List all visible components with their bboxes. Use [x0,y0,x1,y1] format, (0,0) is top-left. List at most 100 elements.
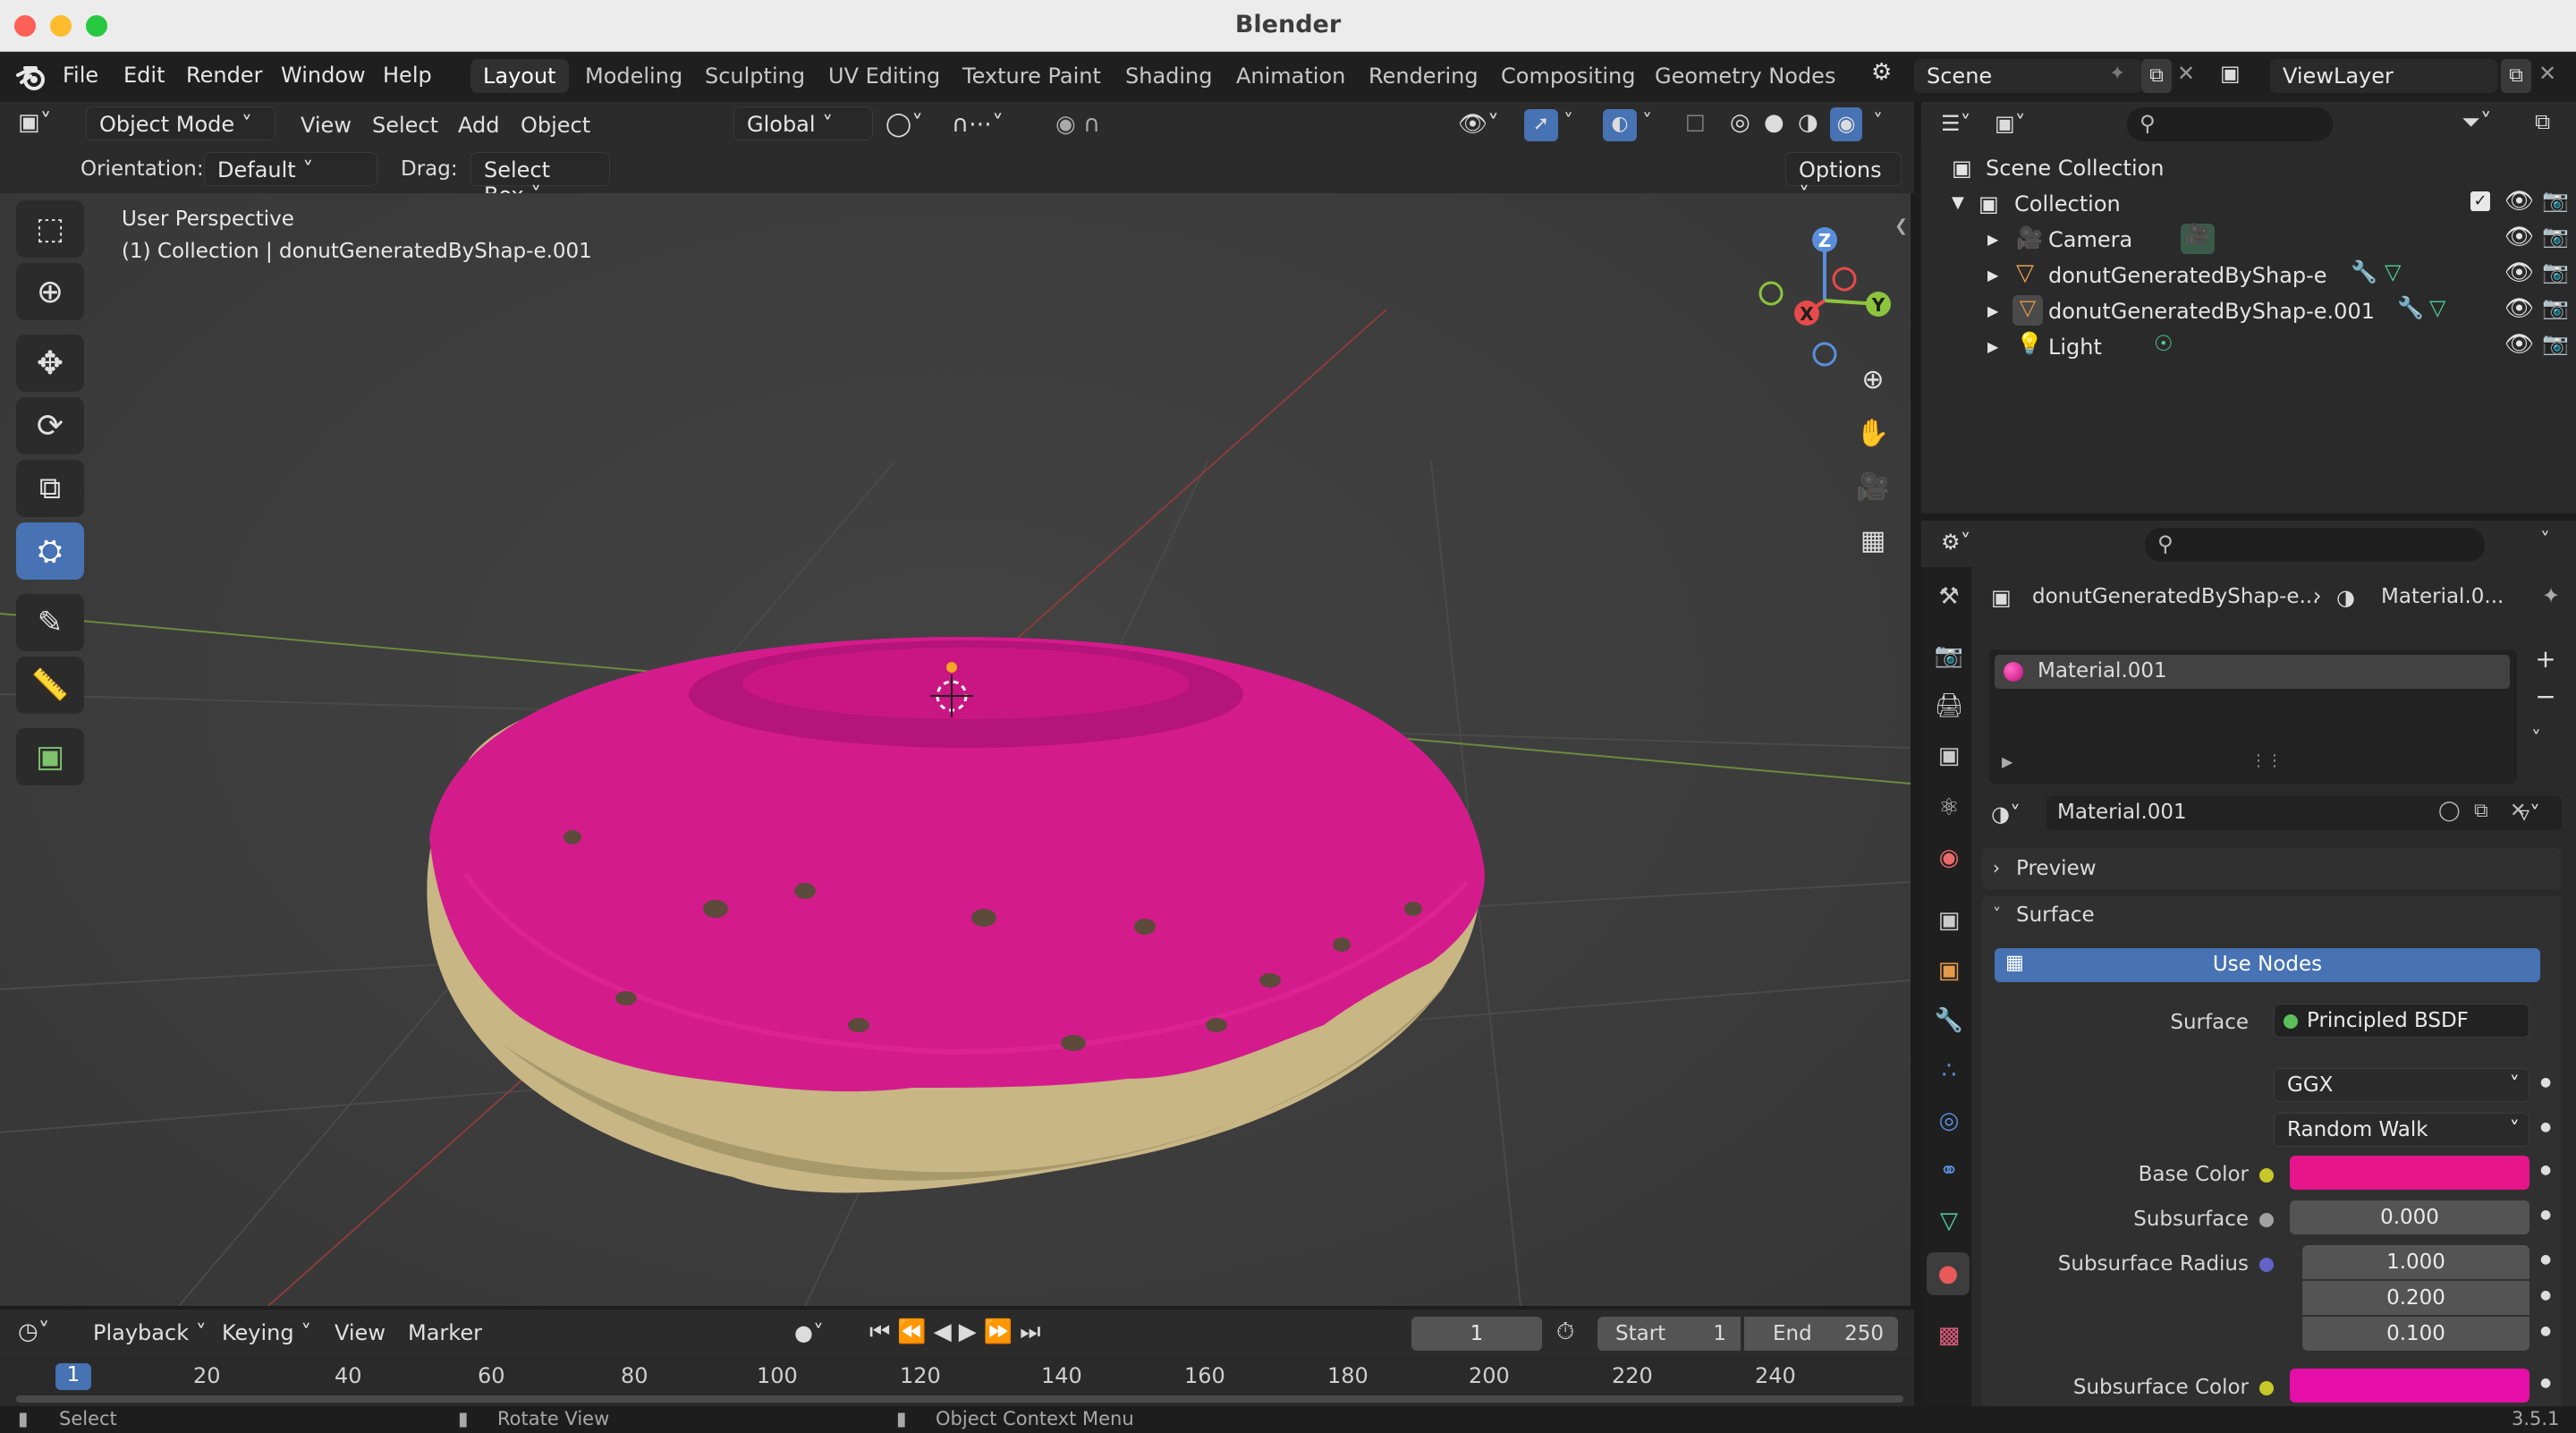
tab-layout[interactable]: Layout [470,59,569,93]
overlays-toggle-icon[interactable]: ◐ [1603,109,1637,141]
tab-sculpting[interactable]: Sculpting [692,59,818,93]
render-tab[interactable]: 📷 [1932,639,1966,673]
outliner-item-camera[interactable]: ▶ 🎥 Camera 🎥 👁 📷 [1939,222,2569,258]
perspective-toggle-button[interactable]: ▦ [1848,515,1898,565]
new-collection-icon[interactable]: ⧉ [2535,109,2550,134]
record-icon[interactable]: ●˅ [794,1320,824,1345]
render-camera-icon[interactable]: 📷 [2542,188,2569,213]
tab-compositing[interactable]: Compositing [1488,59,1648,93]
camera-data-icon[interactable]: 🎥 [2181,224,2215,254]
subsurface-radius-x-field[interactable]: 1.000 [2302,1245,2529,1279]
navigation-gizmo[interactable]: Z Y X [1744,211,1905,372]
proportional-editing-icon[interactable]: ◉ ∩ [1055,111,1100,138]
solid-shading-icon[interactable]: ● [1764,109,1784,136]
overlays-dropdown-icon[interactable]: ˅ [1642,111,1652,133]
duplicate-material-icon[interactable]: ⧉ [2474,800,2488,822]
viewport-menu-add[interactable]: Add [458,113,499,138]
pin-scene-icon[interactable]: ✦ [2109,63,2125,85]
use-nodes-button[interactable]: ▦ Use Nodes [1995,948,2540,982]
options-dropdown[interactable]: Options ˅ [1785,152,1902,208]
texture-tab[interactable]: ▩ [1932,1319,1966,1352]
end-frame-field[interactable]: End 250 [1744,1317,1898,1351]
eye-icon[interactable]: 👁 [2504,224,2534,250]
gizmo-toggle-icon[interactable]: ➚ [1524,109,1558,141]
measure-tool[interactable]: 📏 [16,657,84,714]
view-layer-icon[interactable]: ▣ [2220,61,2241,86]
output-tab[interactable]: 🖨 [1932,689,1966,723]
tab-shading[interactable]: Shading [1113,59,1225,93]
surface-shader-field[interactable]: Principled BSDF [2274,1004,2529,1038]
timeline-menu-view[interactable]: View [335,1320,386,1345]
start-frame-field[interactable]: Start 1 [1597,1317,1741,1351]
filter-icon[interactable]: ⏷˅ [2462,109,2492,137]
expand-arrow-icon[interactable]: ▶ [1987,231,1998,248]
timeline-editor-type-icon[interactable]: ◷˅ [18,1319,50,1345]
scene-browse-icon[interactable]: ⚙ [1871,59,1909,95]
menu-file[interactable]: File [63,63,98,88]
render-camera-icon[interactable]: 📷 [2542,259,2569,284]
tab-rendering[interactable]: Rendering [1356,59,1491,93]
transform-tool[interactable]: ⛭ [16,522,84,580]
pin-icon[interactable]: ✦ [2542,583,2560,608]
subsurface-radius-y-field[interactable]: 0.200 [2302,1281,2529,1315]
vector-socket-icon[interactable] [2259,1258,2274,1272]
current-frame-field[interactable]: 1 [1411,1317,1542,1351]
expand-arrow-icon[interactable]: ▶ [2002,753,2012,770]
menu-window[interactable]: Window [281,63,366,88]
animate-dot-icon[interactable]: ● [2540,1376,2551,1390]
animate-dot-icon[interactable]: ● [2540,1075,2551,1090]
world-tab[interactable]: ◉ [1932,841,1966,875]
viewport-menu-select[interactable]: Select [372,113,438,138]
tab-geometry-nodes[interactable]: Geometry Nodes [1642,59,1848,93]
rendered-shading-icon[interactable]: ◉ [1830,107,1862,141]
timeline-menu-playback[interactable]: Playback ˅ [93,1320,207,1345]
modifier-icon[interactable]: 🔧 [2397,295,2424,320]
playback-controls[interactable]: ⏮⏪◀▶⏩⏭ [869,1319,1048,1346]
panel-expanded-icon[interactable]: ˅ [1993,905,2001,924]
shading-dropdown-icon[interactable]: ˅ [1873,111,1883,133]
properties-options-icon[interactable]: ˅ [2540,530,2550,552]
data-tab[interactable]: ▽ [1932,1204,1966,1238]
3d-viewport[interactable]: User Perspective (1) Collection | donutG… [0,193,1911,1306]
pan-view-button[interactable]: ✋ [1848,408,1898,458]
expand-arrow-icon[interactable]: ▶ [1987,267,1998,284]
object-tab[interactable]: ▣ [1932,954,1966,988]
fake-user-icon[interactable]: ◯ [2438,800,2461,822]
drag-dropdown[interactable]: Select Box ˅ [470,152,610,208]
properties-search-input[interactable]: ⚲ [2145,528,2485,562]
add-slot-icon[interactable]: + [2526,644,2565,682]
subsurface-method-dropdown[interactable]: Random Walk ˅ [2274,1113,2529,1147]
expand-arrow-icon[interactable]: ▶ [1987,338,1998,355]
animate-dot-icon[interactable]: ● [2540,1163,2551,1177]
wireframe-shading-icon[interactable]: ◎ [1730,109,1750,136]
playhead[interactable]: 1 [55,1363,91,1390]
tab-modeling[interactable]: Modeling [572,59,695,93]
subsurface-field[interactable]: 0.000 [2290,1200,2529,1234]
add-cube-tool[interactable]: ▣ [16,728,84,785]
render-camera-icon[interactable]: 📷 [2542,295,2569,320]
collection-tab[interactable]: ▣ [1932,903,1966,937]
preview-panel-header[interactable]: › Preview [1982,848,2562,889]
outliner-item-light[interactable]: ▶ 💡 Light ☉ 👁 📷 [1939,329,2569,365]
modifiers-tab[interactable]: 🔧 [1932,1004,1966,1038]
exclude-checkbox[interactable]: ✓ [2470,191,2490,211]
physics-tab[interactable]: ◎ [1932,1104,1966,1138]
animate-dot-icon[interactable]: ● [2540,1288,2551,1302]
scene-name-field[interactable]: Scene [1914,59,2141,93]
timeline-ruler[interactable]: 1 20 40 60 80 100 120 140 160 180 200 22… [0,1358,1914,1406]
base-color-swatch[interactable] [2290,1156,2529,1190]
cursor-tool[interactable]: ⊕ [16,263,84,320]
modifier-icon[interactable]: 🔧 [2351,259,2377,284]
eye-icon[interactable]: 👁 [2504,331,2534,358]
zoom-view-button[interactable]: ⊕ [1848,354,1898,404]
tab-uv-editing[interactable]: UV Editing [816,59,953,93]
subsurface-color-swatch[interactable] [2290,1369,2529,1403]
constraints-tab[interactable]: ⚭ [1932,1154,1966,1188]
material-tab[interactable]: ● [1927,1252,1970,1295]
tab-texture-paint[interactable]: Texture Paint [950,59,1114,93]
viewport-menu-object[interactable]: Object [521,113,590,138]
timeline-menu-keying[interactable]: Keying ˅ [222,1320,311,1345]
sidebar-toggle-icon[interactable]: ❮ [1894,216,1908,235]
pivot-point-icon[interactable]: ◯˅ [886,111,923,138]
outliner-editor-type-icon[interactable]: ☰˅ [1941,111,1971,136]
